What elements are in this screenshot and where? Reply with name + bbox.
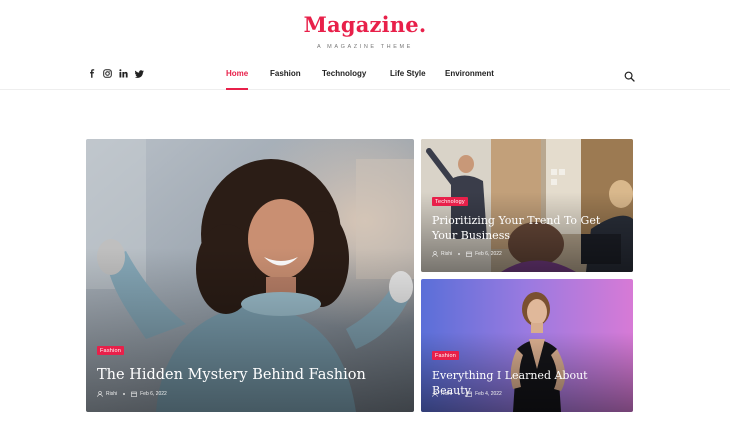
post-title[interactable]: Prioritizing Your Trend To Get Your Busi… [432,214,628,244]
active-nav-indicator [226,88,248,90]
date-text: Feb 4, 2022 [475,391,502,397]
featured-post-gradient [86,248,414,412]
site-tagline: A MAGAZINE THEME [317,44,413,50]
brand: Magazine. A MAGAZINE THEME [0,12,730,50]
nav-item-fashion[interactable]: Fashion [270,69,301,78]
calendar-icon [131,391,137,397]
category-badge[interactable]: Fashion [432,351,459,360]
nav-item-environment[interactable]: Environment [445,69,494,78]
meta-separator [458,393,461,395]
main-nav: Home Fashion Technology Life Style Envir… [0,60,730,90]
category-badge[interactable]: Technology [432,197,468,206]
date-text: Feb 6, 2022 [475,251,502,257]
featured-post-card[interactable]: Fashion The Hidden Mystery Behind Fashio… [86,139,414,412]
calendar-icon [466,391,472,397]
category-badge[interactable]: Fashion [97,346,124,355]
navbar: Home Fashion Technology Life Style Envir… [0,60,730,90]
nav-item-technology[interactable]: Technology [322,69,366,78]
calendar-icon [466,251,472,257]
user-icon [97,391,103,397]
post-date: Feb 6, 2022 [131,391,167,397]
date-text: Feb 6, 2022 [140,391,167,397]
nav-item-life-style[interactable]: Life Style [390,69,426,78]
post-title[interactable]: The Hidden Mystery Behind Fashion [97,366,397,386]
post-author[interactable]: Rishi [97,391,117,397]
author-name: Rishi [106,391,118,397]
user-icon [432,391,438,397]
post-author[interactable]: Rishi [432,391,452,397]
user-icon [432,251,438,257]
post-card-beauty[interactable]: Fashion Everything I Learned About Beaut… [421,279,633,412]
search-icon[interactable] [624,69,635,82]
post-meta: Rishi Feb 4, 2022 [432,391,502,397]
post-date: Feb 4, 2022 [466,391,502,397]
meta-separator [458,253,461,255]
meta-separator [123,393,126,395]
nav-item-home[interactable]: Home [226,69,248,78]
site-logo[interactable]: Magazine. [0,12,730,37]
post-meta: Rishi Feb 6, 2022 [97,391,167,397]
post-author[interactable]: Rishi [432,251,452,257]
author-name: Rishi [441,251,453,257]
post-meta: Rishi Feb 6, 2022 [432,251,502,257]
author-name: Rishi [441,391,453,397]
post-card-technology[interactable]: Technology Prioritizing Your Trend To Ge… [421,139,633,272]
post-date: Feb 6, 2022 [466,251,502,257]
